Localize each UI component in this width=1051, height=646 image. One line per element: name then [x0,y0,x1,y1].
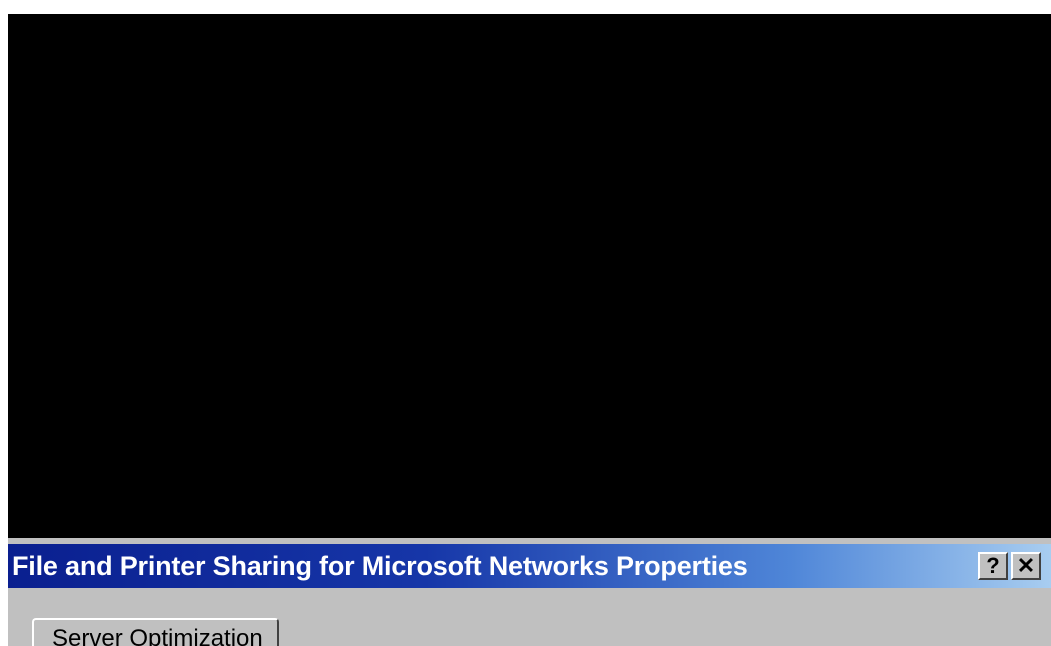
properties-dialog: File and Printer Sharing for Microsoft N… [8,538,1051,646]
help-button[interactable]: ? [978,552,1008,580]
dialog-titlebar[interactable]: File and Printer Sharing for Microsoft N… [8,544,1051,588]
background-area [8,14,1051,538]
tab-server-optimization[interactable]: Server Optimization [32,618,279,646]
help-icon: ? [986,553,1000,578]
tab-label: Server Optimization [52,625,263,646]
dialog-title: File and Printer Sharing for Microsoft N… [12,551,748,581]
close-button[interactable]: ✕ [1011,552,1041,580]
close-icon: ✕ [1016,553,1036,578]
